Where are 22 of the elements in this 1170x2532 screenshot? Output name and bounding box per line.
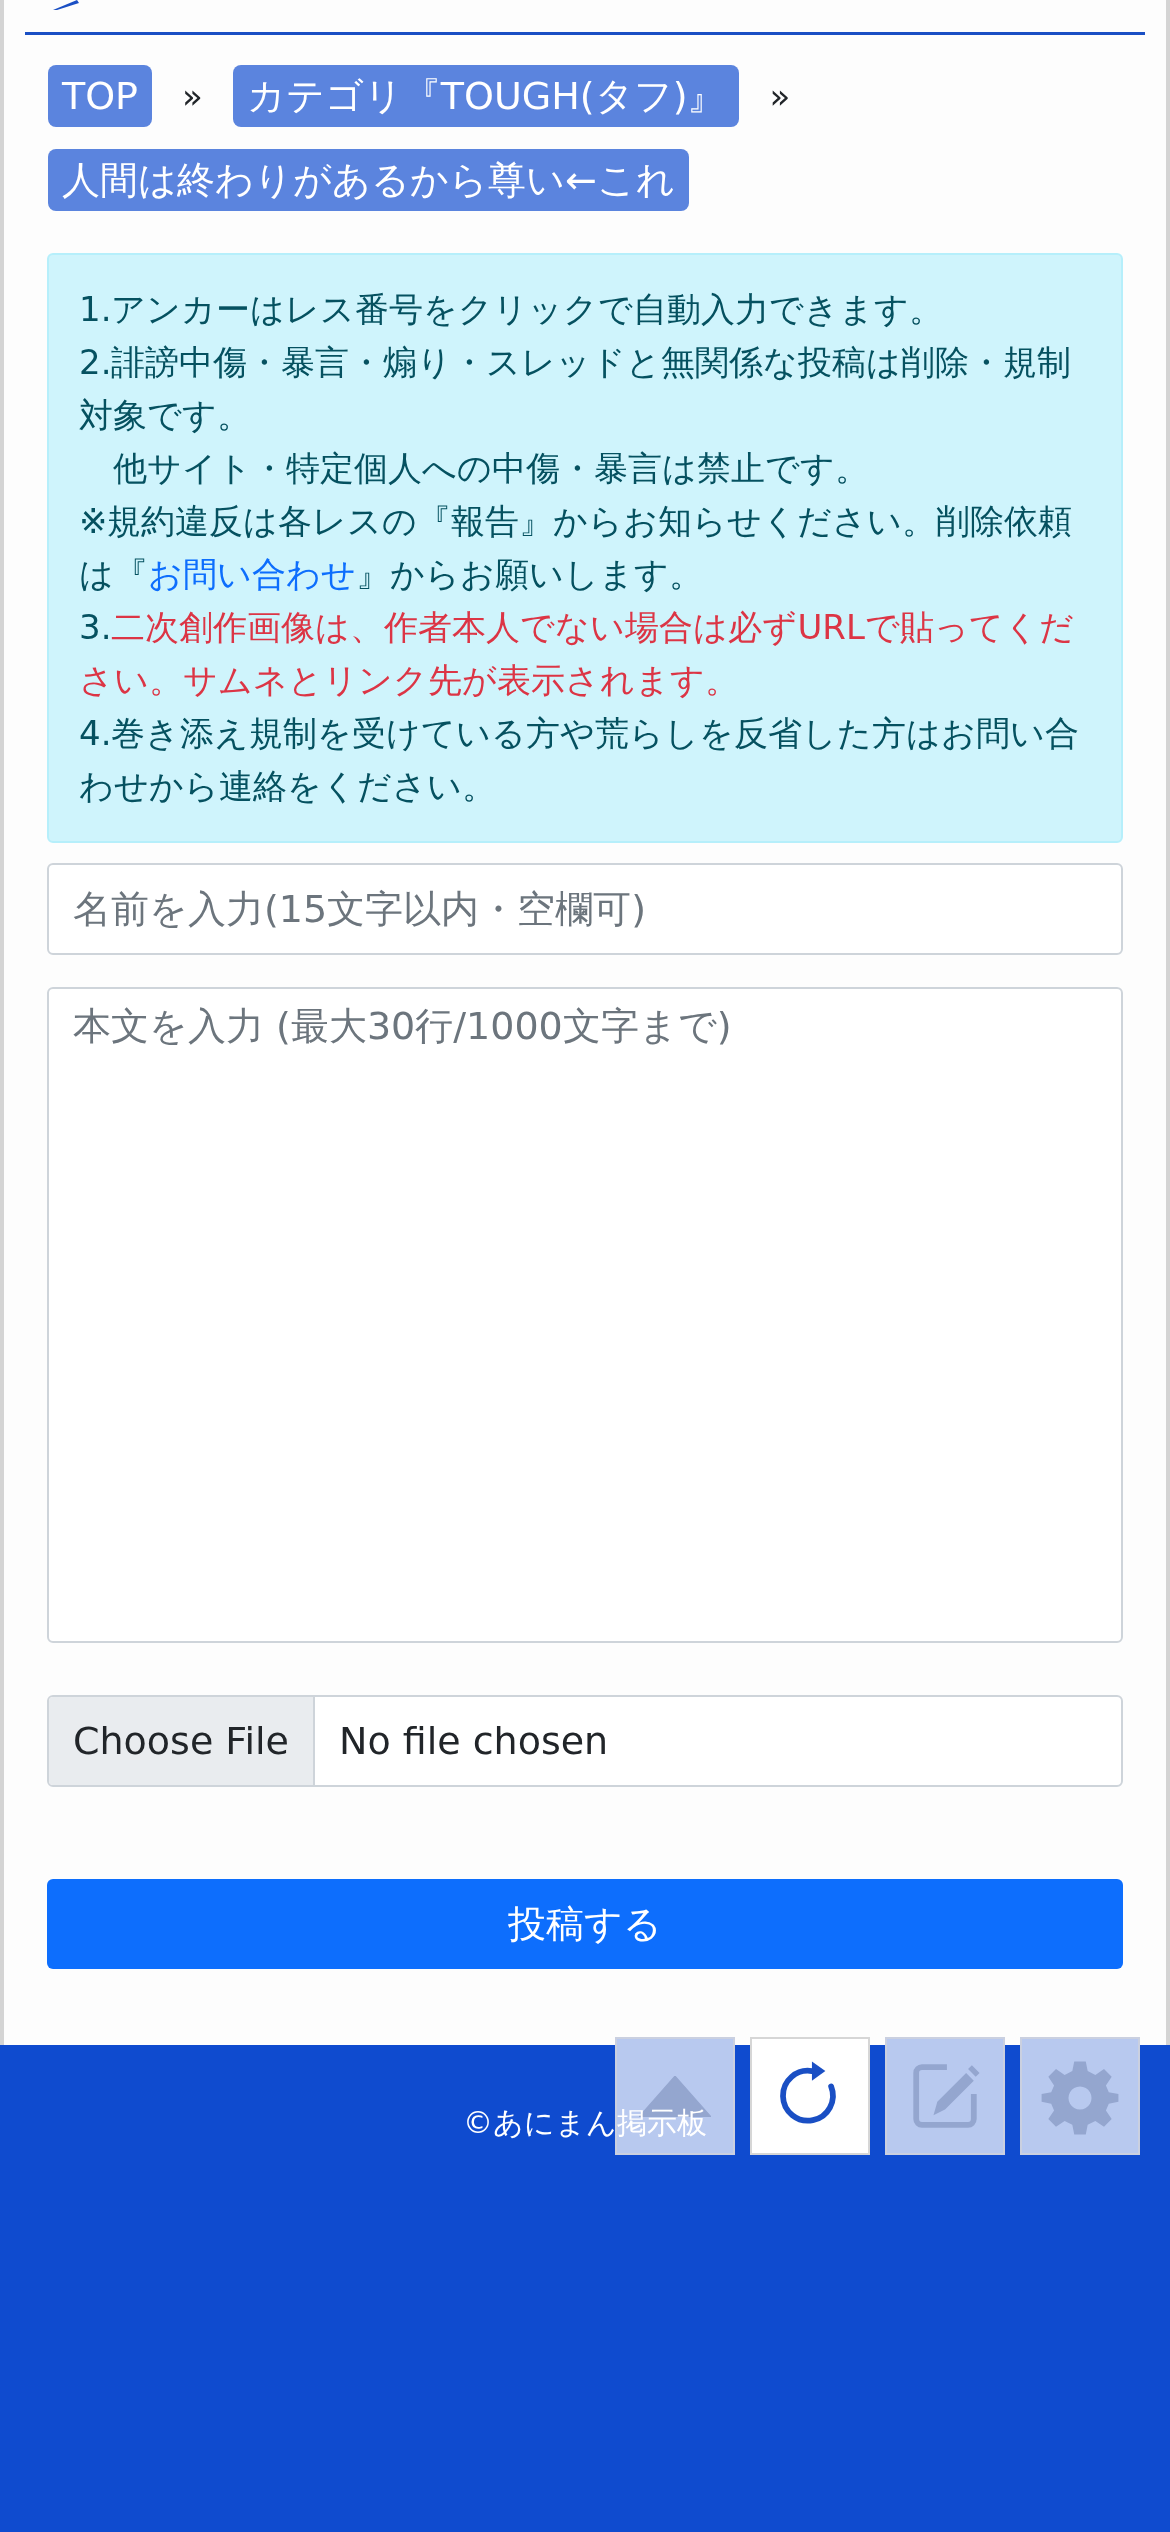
notice-text: 1.アンカーはレス番号をクリックで自動入力できます。 (79, 288, 945, 331)
file-status: No file chosen (337, 1717, 610, 1765)
edit-button[interactable] (885, 2037, 1005, 2155)
reload-button[interactable] (750, 2037, 870, 2155)
notice-text: 他サイト・特定個人への中傷・暴言は禁止です。 (112, 447, 870, 490)
breadcrumb-link[interactable]: 人間は終わりがあるから尊い←これ (48, 149, 689, 211)
breadcrumb-separator: » (769, 74, 791, 118)
submit-button[interactable]: 投稿する (47, 1879, 1123, 1969)
contact-link[interactable]: お問い合わせ (148, 554, 356, 594)
notice-text: 3.二次創作画像は、作者本人でない場合は必ずURLで貼ってください。サムネとリンク先が表示されます。 (79, 606, 1075, 702)
file-input[interactable]: Choose File No file chosen (47, 1695, 1123, 1787)
choose-file-button[interactable]: Choose File (49, 1697, 315, 1785)
breadcrumb-link[interactable]: TOP (48, 65, 153, 127)
logo-icon (53, 0, 79, 10)
breadcrumb-link[interactable]: カテゴリ『TOUGH(タフ)』 (232, 65, 740, 127)
notice-text: 2.誹謗中傷・暴言・煽り・スレッドと無関係な投稿は削除・規制対象です。 (79, 341, 1073, 437)
notice-text: 4.巻き添え規制を受けている方や荒らしを反省した方はお問い合わせから連絡をください。 (79, 712, 1081, 808)
breadcrumb-separator: » (182, 74, 203, 118)
notice-text: ※規約違反は各レスの『報告』からお知らせください。削除依頼は『お問い合わせ』からお願いします。 (79, 500, 1074, 596)
body-field[interactable]: 本文を入力 (最大30行/1000文字まで) (47, 987, 1123, 1643)
name-field[interactable]: 名前を入力(15文字以内・空欄可) (47, 863, 1123, 955)
settings-button[interactable] (1020, 2037, 1140, 2155)
